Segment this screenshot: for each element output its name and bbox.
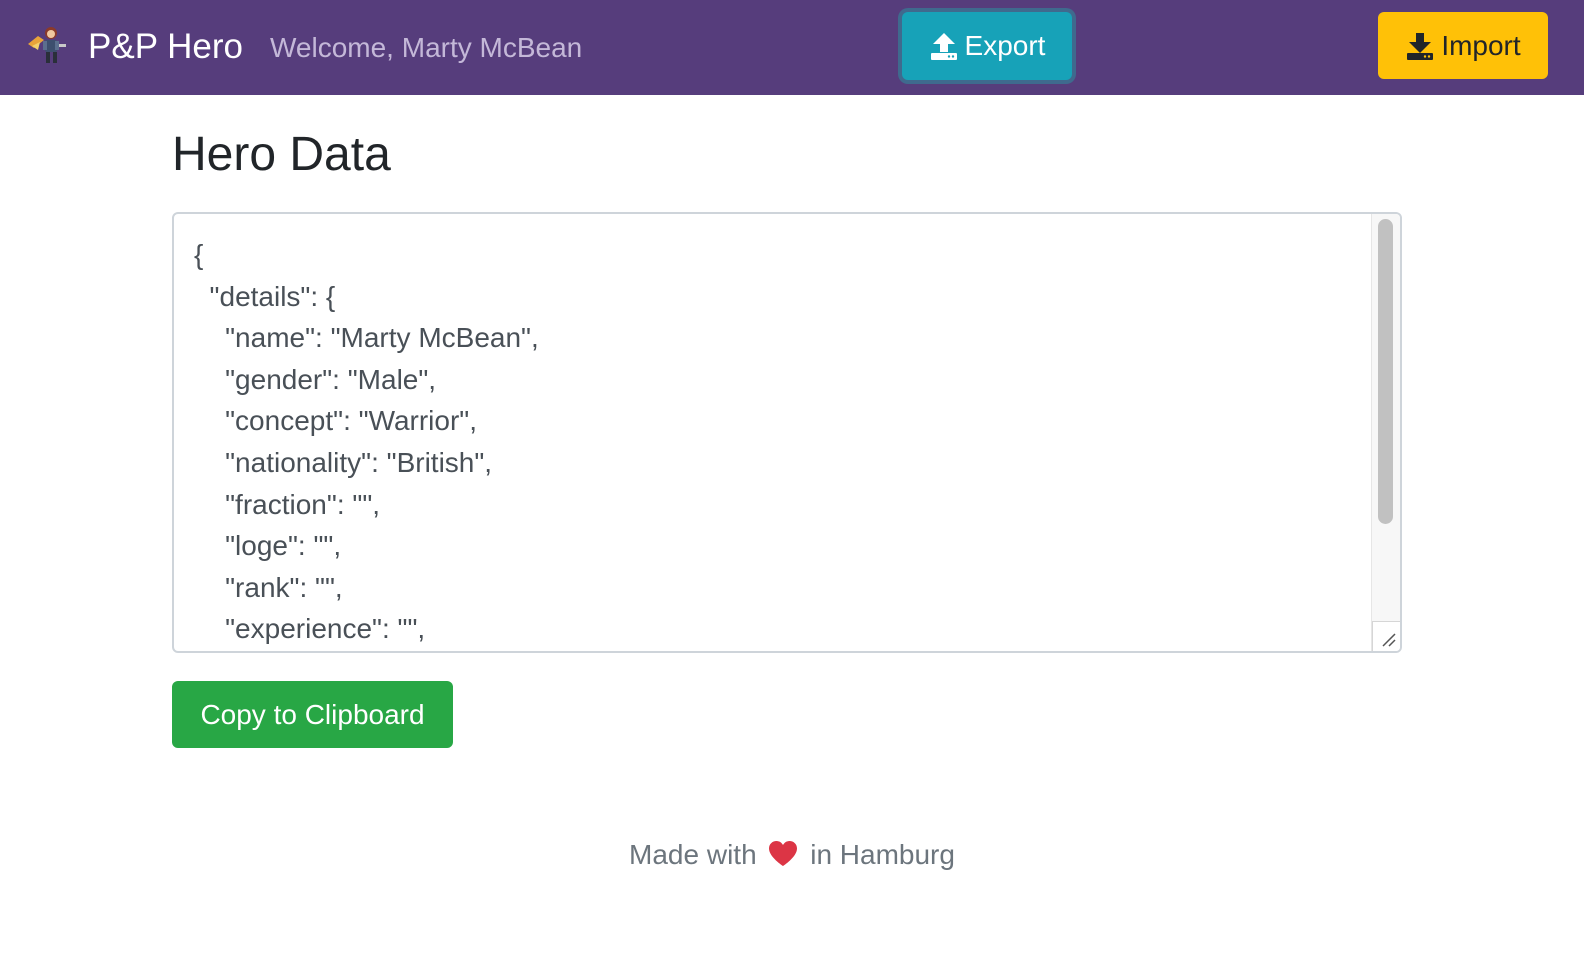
download-icon bbox=[1405, 31, 1435, 61]
hero-character-icon bbox=[24, 22, 70, 68]
hero-data-textarea[interactable]: { "details": { "name": "Marty McBean", "… bbox=[172, 212, 1402, 653]
copy-label: Copy to Clipboard bbox=[200, 698, 425, 730]
export-label: Export bbox=[964, 30, 1046, 61]
import-button[interactable]: Import bbox=[1378, 12, 1548, 79]
app-brand[interactable]: P&P Hero bbox=[88, 26, 243, 68]
resize-handle-icon[interactable] bbox=[1372, 621, 1400, 651]
footer: Made with in Hamburg bbox=[0, 836, 1584, 874]
vertical-scrollbar[interactable] bbox=[1371, 214, 1400, 651]
export-button[interactable]: Export bbox=[902, 12, 1072, 80]
footer-suffix: in Hamburg bbox=[810, 839, 955, 870]
hero-data-json[interactable]: { "details": { "name": "Marty McBean", "… bbox=[194, 234, 539, 651]
scrollbar-thumb[interactable] bbox=[1378, 219, 1393, 524]
footer-prefix: Made with bbox=[629, 839, 757, 870]
heart-icon bbox=[768, 839, 798, 866]
welcome-text: Welcome, Marty McBean bbox=[270, 32, 583, 63]
import-label: Import bbox=[1441, 29, 1521, 61]
page-title: Hero Data bbox=[172, 128, 391, 181]
copy-to-clipboard-button[interactable]: Copy to Clipboard bbox=[172, 681, 453, 748]
upload-icon bbox=[929, 31, 959, 61]
top-navbar: P&P Hero Welcome, Marty McBean Export Im… bbox=[0, 0, 1584, 95]
